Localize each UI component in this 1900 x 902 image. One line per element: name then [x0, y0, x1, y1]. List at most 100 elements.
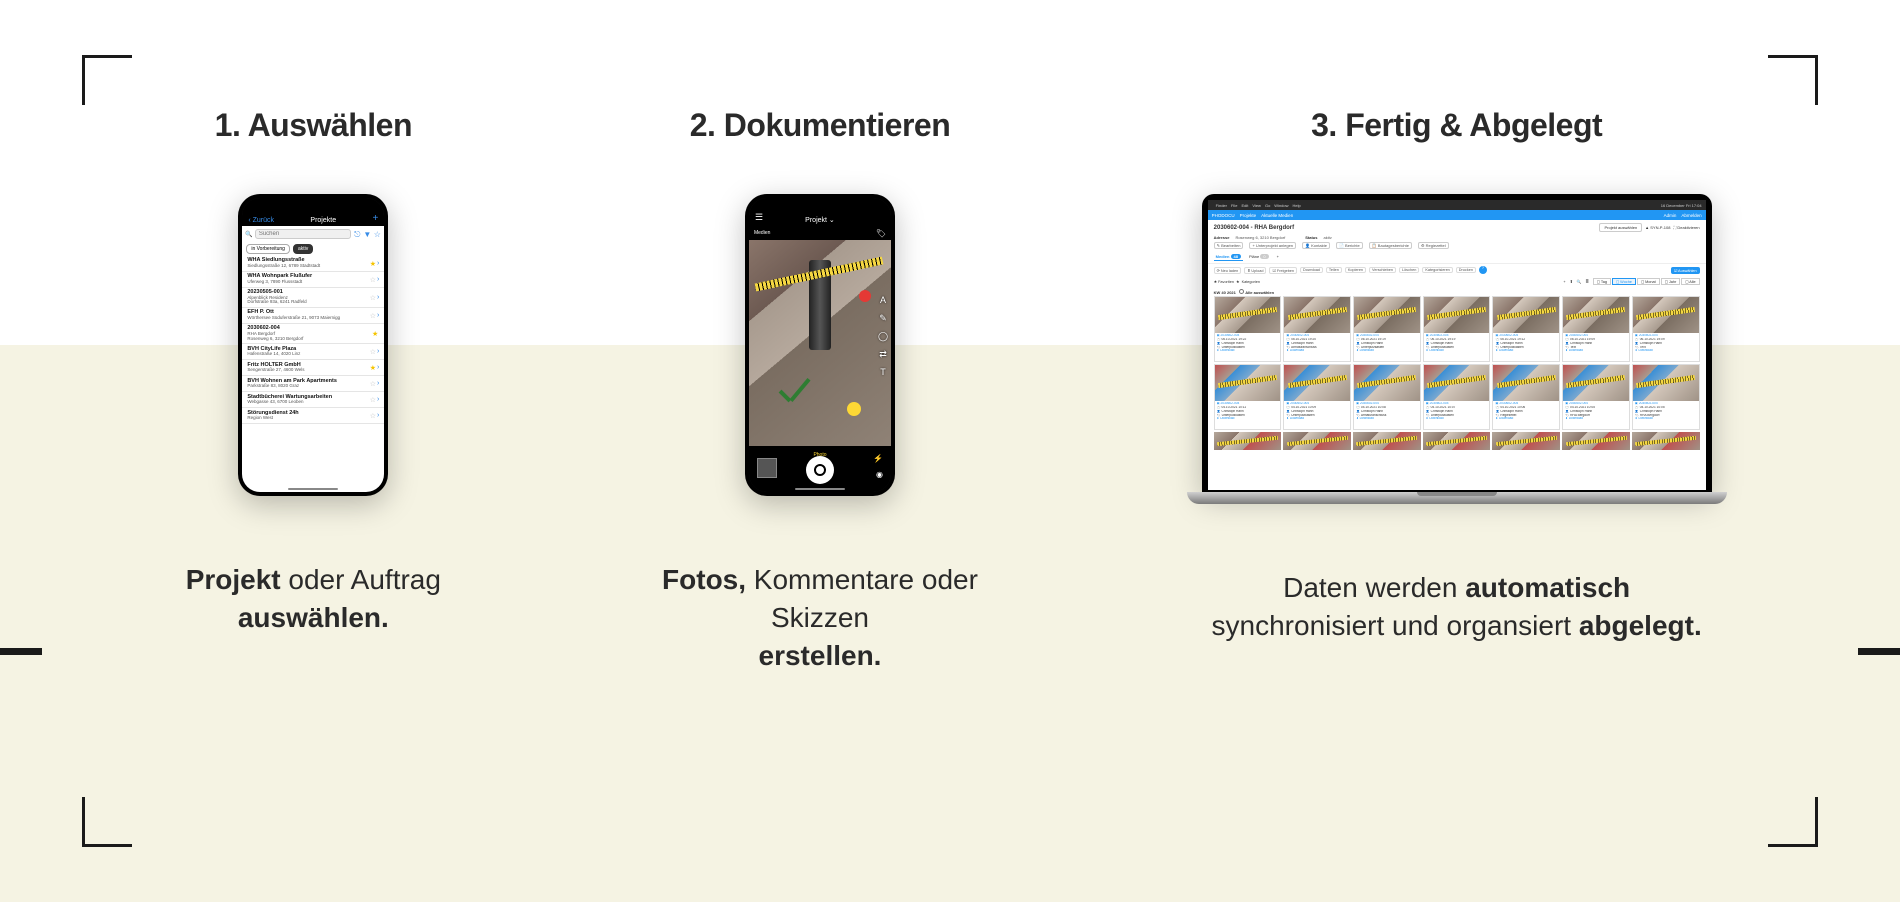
card-download[interactable]: ⬇ Download — [1565, 417, 1627, 421]
star-icon[interactable]: ★ — [370, 260, 376, 268]
card-download[interactable]: ⬇ Download — [1286, 349, 1348, 353]
card-download[interactable]: ⬇ Download — [1635, 417, 1697, 421]
annotation-tool-icon[interactable]: T — [878, 367, 888, 377]
media-action-button[interactable]: Kategorisieren — [1422, 267, 1452, 273]
media-card[interactable]: ▣ 2030602-004🕐 04.10.2021 10:09👤 Christo… — [1283, 364, 1351, 430]
star-icon[interactable]: ☆ — [370, 412, 376, 420]
star-icon[interactable]: ☆ — [370, 396, 376, 404]
mac-menu-item[interactable]: Edit — [1241, 203, 1248, 208]
search-input[interactable] — [255, 229, 352, 239]
mac-menu-item[interactable]: File — [1231, 203, 1237, 208]
media-card[interactable]: ▣ 2030602-004🕐 06.10.2021 19:19👤 Christo… — [1423, 296, 1491, 362]
categories-filter[interactable]: Kategorien — [1242, 280, 1260, 284]
media-action-button[interactable]: Löschen — [1399, 267, 1419, 273]
star-icon[interactable]: ★ — [370, 364, 376, 372]
chevron-right-icon[interactable]: › — [377, 380, 379, 387]
favorite-star-icon[interactable]: ★ — [1214, 280, 1217, 284]
chevron-right-icon[interactable]: › — [377, 412, 379, 419]
gallery-thumbnail[interactable] — [757, 458, 777, 478]
mac-menu-item[interactable]: View — [1252, 203, 1261, 208]
star-icon[interactable]: ☆ — [370, 380, 376, 388]
media-card[interactable]: ▣ 2030602-004🕐 06.10.2021 19:09👤 Christo… — [1562, 296, 1630, 362]
back-button[interactable]: ‹ Zurück — [248, 217, 274, 224]
project-action-button[interactable]: 📋 Bautagesberichte — [1369, 242, 1412, 249]
view-mode-alle[interactable]: ◻ Alle — [1681, 278, 1699, 285]
card-download[interactable]: ⬇ Download — [1217, 417, 1279, 421]
media-action-button[interactable]: ☑ Freigeben — [1269, 267, 1297, 274]
media-action-button[interactable]: ⟳ Neu laden — [1214, 267, 1242, 274]
camera-viewfinder[interactable]: A✎◯⇄T — [749, 240, 891, 446]
topbar-link[interactable]: Abmelden — [1681, 213, 1701, 218]
media-card[interactable]: ▣ 2030602-004🕐 06.10.2021 19:12👤 Christo… — [1492, 296, 1560, 362]
favorites-filter[interactable]: Favoriten — [1218, 280, 1234, 284]
mac-menu-item[interactable]: Finder — [1216, 203, 1227, 208]
live-icon[interactable]: ◉ — [876, 470, 883, 479]
topbar-link[interactable]: Admin — [1664, 213, 1677, 218]
mac-menu-item[interactable]: Help — [1293, 203, 1301, 208]
media-card[interactable]: ▣ 2030602-004🕐 06.10.2021 19:22👤 Christo… — [1214, 296, 1282, 362]
media-thumbnail[interactable] — [1353, 432, 1421, 450]
toolbar-icon[interactable]: 🔍 — [1577, 279, 1582, 284]
annotation-green-check[interactable] — [774, 376, 814, 416]
project-select[interactable]: Projekt auswählen — [1599, 223, 1642, 232]
annotation-tool-icon[interactable]: ⇄ — [878, 349, 888, 359]
mac-menu-item[interactable]: Window — [1274, 203, 1288, 208]
select-all-checkbox[interactable] — [1239, 289, 1244, 294]
media-section-label[interactable]: Medien — [754, 230, 770, 236]
header-title[interactable]: Projekt ⌄ — [805, 216, 835, 224]
media-card[interactable]: ▣ 2030602-004🕐 04.10.2021 10:07👤 Christo… — [1423, 364, 1491, 430]
card-download[interactable]: ⬇ Download — [1495, 349, 1557, 353]
chevron-right-icon[interactable]: › — [377, 364, 379, 371]
view-mode-woche[interactable]: ◻ Woche — [1612, 278, 1636, 285]
media-thumbnail[interactable] — [1492, 432, 1560, 450]
media-card[interactable]: ▣ 2030602-004🕐 06.10.2021 19:09👤 Christo… — [1632, 296, 1700, 362]
media-action-button[interactable]: Download — [1300, 267, 1323, 273]
star-icon[interactable]: ★ — [372, 330, 378, 338]
annotation-tool-icon[interactable]: ◯ — [878, 331, 888, 341]
toolbar-icon[interactable]: ⬆ — [1570, 279, 1573, 284]
media-action-button[interactable]: Verschieben — [1369, 267, 1396, 273]
shutter-button[interactable] — [806, 456, 834, 484]
chevron-right-icon[interactable]: › — [377, 348, 379, 355]
star-icon[interactable]: ☆ — [370, 294, 376, 302]
project-action-button[interactable]: 👤 Kontakte — [1302, 242, 1330, 249]
project-row[interactable]: BVH Wohnen am Park ApartmentsParkstraße … — [242, 376, 384, 392]
media-thumbnail[interactable] — [1562, 432, 1630, 450]
chevron-right-icon[interactable]: › — [377, 396, 379, 403]
view-mode-tag[interactable]: ◻ Tag — [1593, 278, 1611, 285]
media-card[interactable]: ▣ 2030602-004🕐 04.10.2021 10:05👤 Christo… — [1562, 364, 1630, 430]
tab-active[interactable]: aktiv — [293, 244, 313, 254]
card-download[interactable]: ⬇ Download — [1356, 349, 1418, 353]
card-download[interactable]: ⬇ Download — [1635, 349, 1697, 353]
project-row[interactable]: WHA Wohnpark FlußuferUferweg 3, 7890 Flu… — [242, 272, 384, 288]
media-card[interactable]: ▣ 2030602-004🕐 06.10.2021 19:20👤 Christo… — [1283, 296, 1351, 362]
flash-icon[interactable]: ⚡ — [873, 454, 883, 463]
annotation-red-dot[interactable] — [859, 290, 871, 302]
project-action-button[interactable]: 📄 Berichte — [1336, 242, 1363, 249]
chevron-right-icon[interactable]: › — [377, 312, 379, 319]
view-mode-jahr[interactable]: ◻ Jahr — [1661, 278, 1681, 285]
media-card[interactable]: ▣ 2030602-004🕐 06.10.2021 19:19👤 Christo… — [1353, 296, 1421, 362]
media-card[interactable]: ▣ 2030602-004🕐 04.10.2021 10:06👤 Christo… — [1492, 364, 1560, 430]
filter-icon[interactable]: ▼ — [363, 230, 371, 238]
topbar-link[interactable]: Projekte — [1240, 213, 1257, 218]
media-thumbnail[interactable] — [1214, 432, 1282, 450]
location-icon[interactable]: ⎋ — [353, 230, 361, 238]
media-thumbnail[interactable] — [1283, 432, 1351, 450]
view-mode-monat[interactable]: ◻ Monat — [1637, 278, 1660, 285]
card-download[interactable]: ⬇ Download — [1495, 417, 1557, 421]
media-card[interactable]: ▣ 2030602-004🕐 04.10.2021 10:08👤 Christo… — [1353, 364, 1421, 430]
media-action-button[interactable]: Drucken — [1456, 267, 1476, 273]
toolbar-icon[interactable]: + — [1563, 280, 1565, 284]
chevron-right-icon[interactable]: › — [377, 294, 379, 301]
project-row[interactable]: Stadtbücherei WartungsarbeitenWebgasse 4… — [242, 392, 384, 408]
tab-plans[interactable]: Pläne 0 — [1247, 253, 1271, 261]
card-download[interactable]: ⬇ Download — [1426, 349, 1488, 353]
media-action-button[interactable]: ⬆ Upload — [1244, 267, 1266, 274]
topbar-link[interactable]: PHODOCU — [1212, 213, 1235, 218]
media-thumbnail[interactable] — [1423, 432, 1491, 450]
card-download[interactable]: ⬇ Download — [1286, 417, 1348, 421]
project-action-button[interactable]: + Unterprojekt anlegen — [1249, 242, 1296, 249]
tab-prep[interactable]: in Vorbereitung — [246, 244, 290, 254]
card-download[interactable]: ⬇ Download — [1426, 417, 1488, 421]
